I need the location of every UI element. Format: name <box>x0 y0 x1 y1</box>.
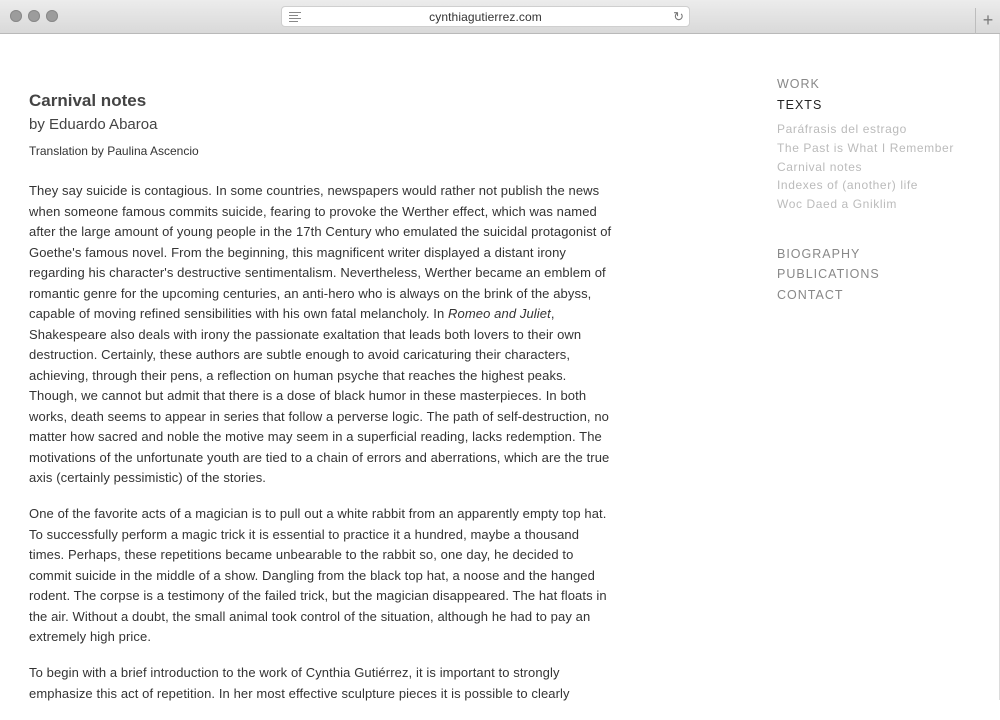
paragraph-text: They say suicide is contagious. In some … <box>29 183 612 321</box>
url-text: cynthiagutierrez.com <box>429 10 542 24</box>
nav-work[interactable]: WORK <box>777 74 987 95</box>
article-byline: by Eduardo Abaroa <box>29 116 158 133</box>
article-body: They say suicide is contagious. In some … <box>29 181 614 704</box>
italic-title: Romeo and Juliet <box>448 306 551 321</box>
article-paragraph: One of the favorite acts of a magician i… <box>29 506 607 644</box>
article: Carnival notes by Eduardo Abaroa Transla… <box>29 90 614 720</box>
texts-item[interactable]: Indexes of (another) life <box>777 176 987 195</box>
nav-publications[interactable]: PUBLICATIONS <box>777 264 987 285</box>
nav-texts[interactable]: TEXTS <box>777 95 987 116</box>
texts-submenu: Paráfrasis del estrago The Past is What … <box>777 120 987 214</box>
close-window-button[interactable] <box>10 10 22 22</box>
nav-secondary-group: BIOGRAPHY PUBLICATIONS CONTACT <box>777 244 987 306</box>
address-bar[interactable]: cynthiagutierrez.com ↻ <box>281 6 690 27</box>
new-tab-button[interactable]: + <box>975 8 1000 34</box>
texts-item-current[interactable]: Carnival notes <box>777 158 987 177</box>
article-paragraph: They say suicide is contagious. In some … <box>29 181 614 489</box>
translation-credit: Translation by Paulina Ascencio <box>29 144 199 158</box>
minimize-window-button[interactable] <box>28 10 40 22</box>
zoom-window-button[interactable] <box>46 10 58 22</box>
browser-toolbar: cynthiagutierrez.com ↻ + <box>0 0 1000 34</box>
article-paragraph: To begin with a brief introduction to th… <box>29 665 570 701</box>
nav-contact[interactable]: CONTACT <box>777 285 987 306</box>
nav-biography[interactable]: BIOGRAPHY <box>777 244 987 265</box>
texts-item[interactable]: Paráfrasis del estrago <box>777 120 987 139</box>
article-title: Carnival notes <box>29 91 147 110</box>
site-nav: WORK TEXTS Paráfrasis del estrago The Pa… <box>777 74 987 305</box>
reload-icon[interactable]: ↻ <box>673 9 684 24</box>
paragraph-text: , Shakespeare also deals with irony the … <box>29 306 610 485</box>
texts-item[interactable]: Woc Daed a Gniklim <box>777 195 987 214</box>
texts-item[interactable]: The Past is What I Remember <box>777 139 987 158</box>
